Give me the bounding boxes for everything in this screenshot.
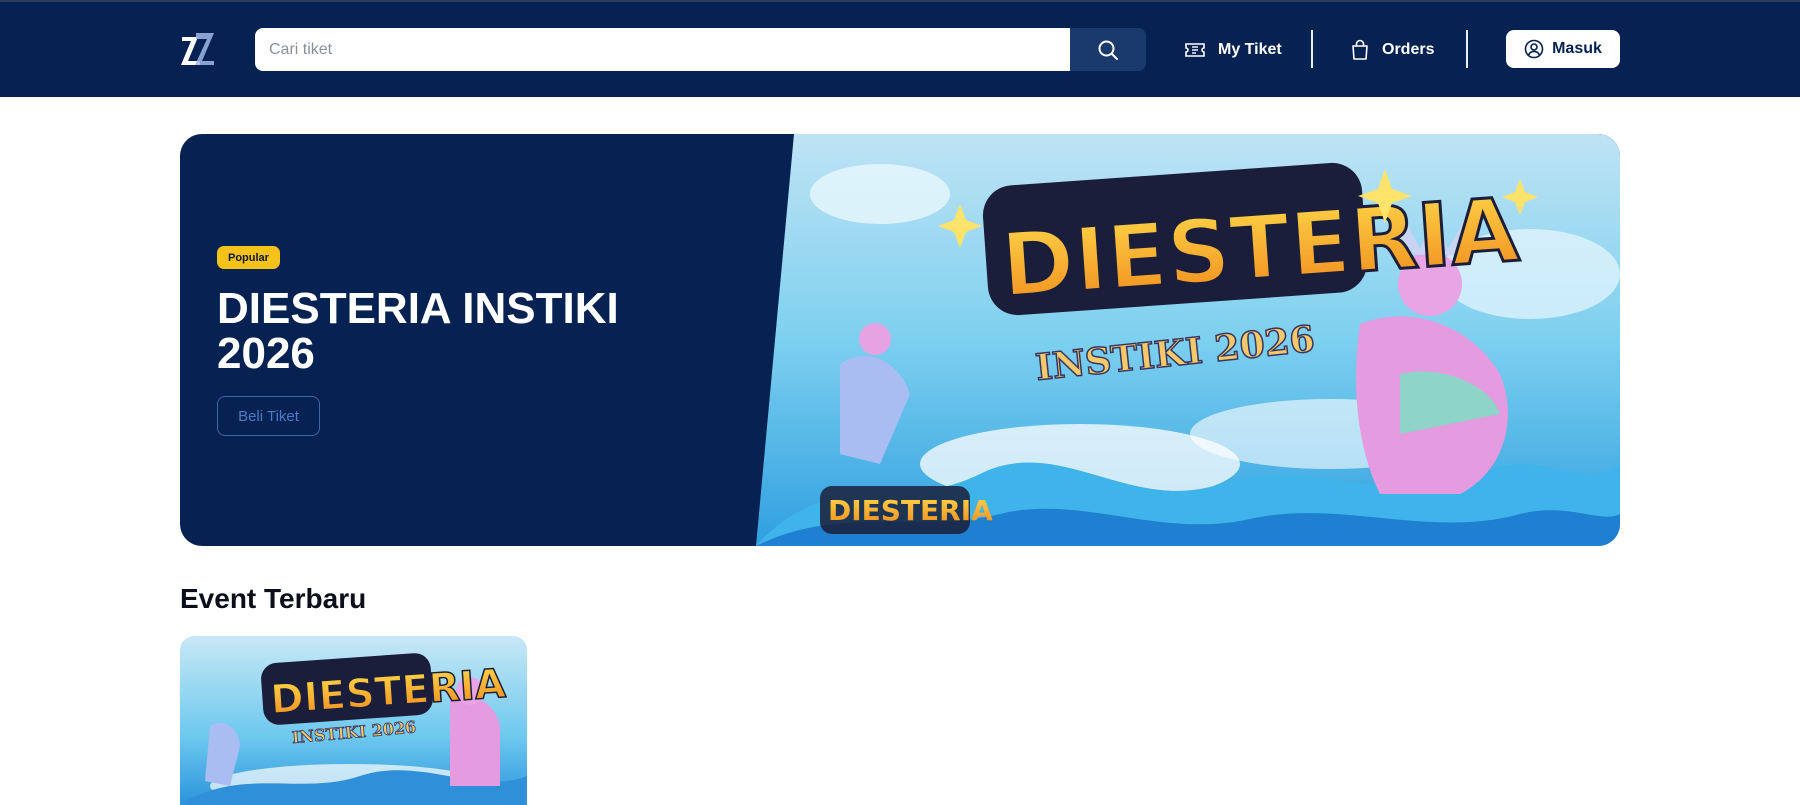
search-input[interactable] <box>255 28 1071 71</box>
popular-badge: Popular <box>217 246 280 269</box>
buy-ticket-button[interactable]: Beli Tiket <box>217 396 320 436</box>
zz-logo-icon[interactable] <box>180 31 216 67</box>
nav-my-ticket[interactable]: My Tiket <box>1184 28 1282 71</box>
section-title-latest-events: Event Terbaru <box>180 583 367 614</box>
shopping-bag-icon <box>1352 39 1368 60</box>
nav-orders[interactable]: Orders <box>1350 28 1434 71</box>
top-navbar: My Tiket Orders Masuk <box>0 0 1800 97</box>
search-button[interactable] <box>1070 28 1146 71</box>
ticket-icon <box>1185 42 1205 57</box>
hero-title: DIESTERIA INSTIKI 2026 <box>217 284 619 378</box>
nav-divider <box>1466 30 1468 68</box>
user-circle-icon <box>1524 39 1544 59</box>
login-button-label: Masuk <box>1552 40 1602 57</box>
login-button[interactable]: Masuk <box>1506 30 1620 68</box>
event-card[interactable]: DIESTERIA INSTIKI 2026 <box>180 636 527 805</box>
nav-divider <box>1311 30 1313 68</box>
nav-my-ticket-label: My Tiket <box>1218 40 1282 58</box>
hero-banner[interactable]: DIESTERIA INSTIKI 2026 DIESTERIA Popular… <box>180 134 1620 546</box>
hero-art-mini-logo: DIESTERIA <box>828 494 993 527</box>
search-icon <box>1098 40 1118 60</box>
event-card-artwork: DIESTERIA INSTIKI 2026 <box>180 636 527 805</box>
search-bar <box>255 28 1146 71</box>
nav-orders-label: Orders <box>1382 40 1435 58</box>
